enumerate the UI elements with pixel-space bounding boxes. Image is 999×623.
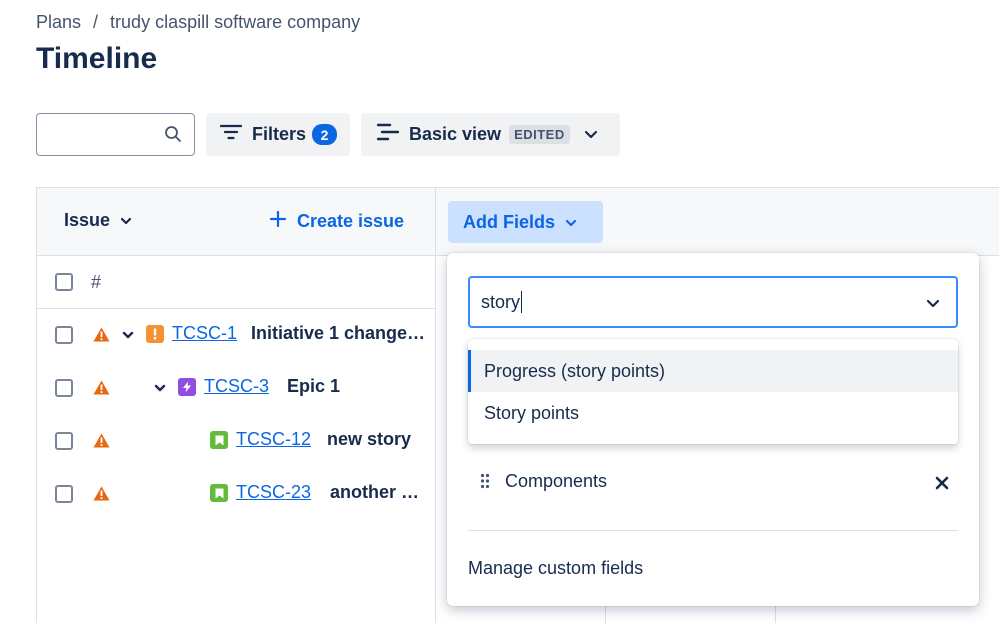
chevron-down-icon — [565, 212, 577, 233]
option-story-points[interactable]: Story points — [468, 392, 958, 434]
warning-icon[interactable] — [93, 327, 110, 347]
manage-custom-fields-link[interactable]: Manage custom fields — [468, 558, 643, 579]
edited-lozenge: EDITED — [509, 125, 570, 144]
breadcrumb: Plans / trudy claspill software company — [36, 12, 360, 33]
table-row: TCSC-3 Epic 1 — [37, 362, 435, 415]
create-issue-label: Create issue — [297, 211, 405, 231]
epic-icon — [178, 378, 196, 396]
table-subheader: # — [37, 256, 435, 309]
issue-key-link[interactable]: TCSC-23 — [236, 482, 311, 503]
chevron-down-icon — [584, 124, 598, 145]
table-row: TCSC-1 Initiative 1 change… — [37, 309, 435, 362]
issue-key-link[interactable]: TCSC-1 — [172, 323, 237, 344]
chevron-down-icon — [120, 210, 132, 231]
select-all-checkbox[interactable] — [55, 273, 73, 291]
timeline-view-icon — [376, 123, 400, 146]
field-search-value: story — [481, 291, 521, 312]
issue-summary[interactable]: another … — [330, 482, 419, 503]
issue-summary[interactable]: new story — [327, 429, 411, 450]
issue-column-dropdown[interactable]: Issue — [64, 210, 132, 231]
row-checkbox[interactable] — [55, 432, 73, 450]
issue-key-link[interactable]: TCSC-12 — [236, 429, 311, 450]
add-fields-popup: story Progress (story points) Story poin… — [447, 253, 979, 606]
collapse-chevron-icon[interactable] — [122, 327, 134, 345]
column-divider — [435, 188, 436, 623]
breadcrumb-project[interactable]: trudy claspill software company — [110, 12, 360, 33]
view-label: Basic view — [409, 124, 502, 144]
search-box[interactable] — [36, 113, 195, 156]
breadcrumb-separator: / — [93, 12, 99, 32]
issue-header-label: Issue — [64, 210, 111, 230]
create-issue-button[interactable]: Create issue — [269, 210, 404, 233]
initiative-icon — [146, 325, 164, 343]
number-column-header: # — [91, 272, 102, 292]
filters-label: Filters — [252, 124, 307, 144]
field-name: Components — [505, 471, 608, 491]
table-header: Issue Create issue Add Fields — [37, 188, 999, 256]
table-row: TCSC-12 new story — [37, 415, 435, 468]
filter-icon — [219, 124, 243, 145]
issue-summary[interactable]: Initiative 1 change… — [251, 323, 425, 344]
filters-count-badge: 2 — [312, 124, 338, 145]
warning-icon[interactable] — [93, 433, 110, 453]
add-fields-button[interactable]: Add Fields — [448, 201, 603, 243]
issue-summary[interactable]: Epic 1 — [287, 376, 340, 397]
search-icon — [164, 125, 182, 148]
view-settings-button[interactable]: Basic view EDITED — [361, 113, 620, 156]
row-checkbox[interactable] — [55, 326, 73, 344]
issue-key-link[interactable]: TCSC-3 — [204, 376, 269, 397]
field-options-menu: Progress (story points) Story points — [468, 339, 958, 444]
story-icon — [210, 431, 228, 449]
breadcrumb-plans[interactable]: Plans — [36, 12, 81, 33]
search-input[interactable] — [45, 114, 165, 152]
story-icon — [210, 484, 228, 502]
collapse-chevron-icon[interactable] — [154, 380, 166, 398]
added-field-row: Components — [468, 465, 958, 501]
chevron-down-icon[interactable] — [926, 293, 940, 314]
add-fields-label: Add Fields — [463, 211, 556, 232]
table-row: TCSC-23 another … — [37, 468, 435, 521]
option-progress-story-points[interactable]: Progress (story points) — [468, 350, 958, 392]
text-caret — [521, 291, 523, 313]
filters-button[interactable]: Filters 2 — [206, 113, 350, 156]
plus-icon — [269, 210, 287, 233]
warning-icon[interactable] — [93, 380, 110, 400]
row-checkbox[interactable] — [55, 485, 73, 503]
remove-field-icon[interactable] — [935, 474, 949, 495]
row-checkbox[interactable] — [55, 379, 73, 397]
field-search-input[interactable]: story — [468, 276, 958, 328]
warning-icon[interactable] — [93, 486, 110, 506]
drag-handle-icon[interactable] — [480, 473, 490, 494]
popup-divider — [468, 530, 958, 531]
page-title: Timeline — [36, 42, 158, 75]
